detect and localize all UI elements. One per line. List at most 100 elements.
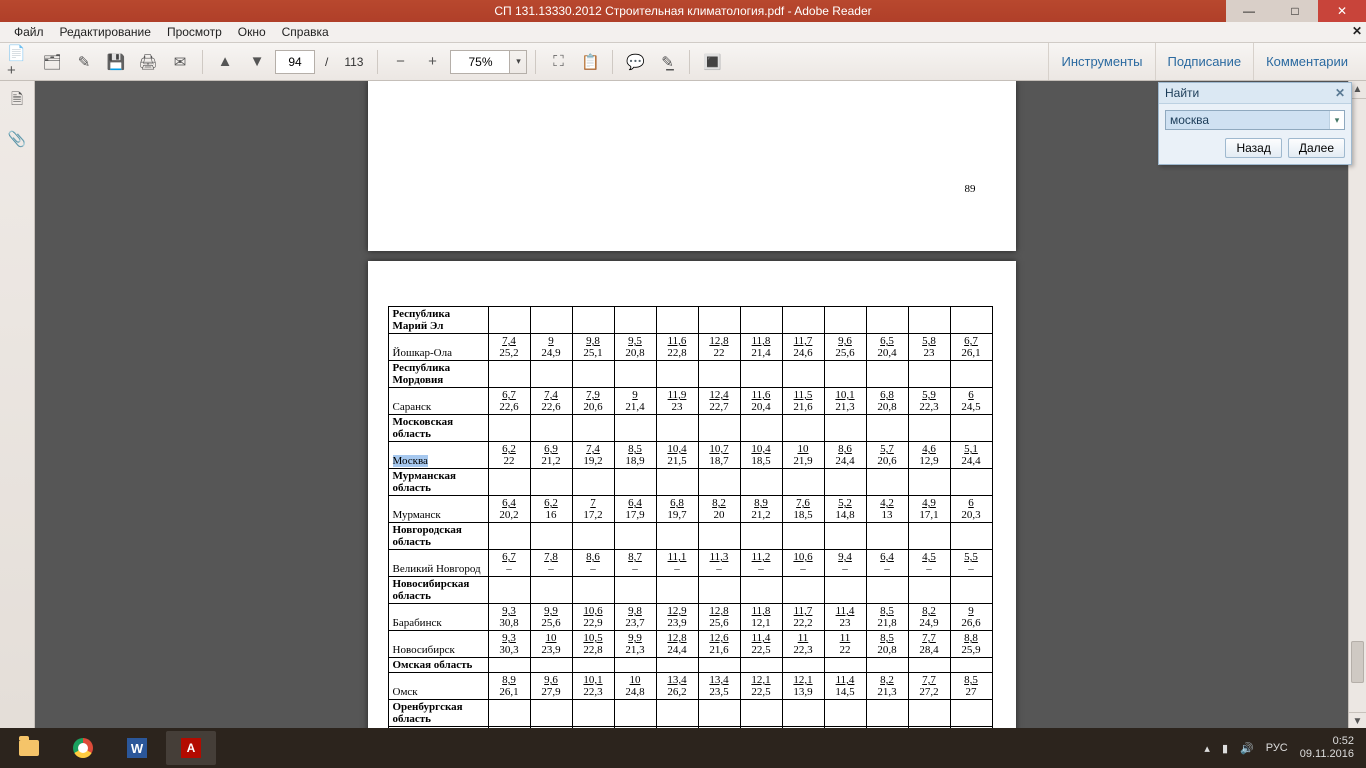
comment-icon[interactable]: 💬 — [621, 48, 649, 76]
vertical-scrollbar[interactable]: ▲ ▼ — [1348, 81, 1366, 730]
taskbar-reader[interactable]: A — [166, 731, 216, 765]
data-cell — [908, 307, 950, 334]
menu-edit[interactable]: Редактирование — [52, 23, 159, 41]
data-cell: 8,624,4 — [824, 442, 866, 469]
data-cell: 8,825,9 — [950, 631, 992, 658]
save-icon[interactable]: 💾 — [102, 48, 130, 76]
data-cell: 9,330,3 — [488, 631, 530, 658]
zoom-input[interactable] — [450, 50, 510, 74]
data-cell: 9,625,6 — [824, 334, 866, 361]
data-cell — [488, 700, 530, 727]
data-cell: 6,722,6 — [488, 388, 530, 415]
data-cell — [572, 415, 614, 442]
comments-panel-link[interactable]: Комментарии — [1253, 43, 1360, 80]
fit-page-icon[interactable]: 📋 — [576, 48, 604, 76]
data-cell — [950, 700, 992, 727]
page-up-icon[interactable]: ▲ — [211, 48, 239, 76]
zoom-dropdown-icon[interactable]: ▾ — [510, 50, 527, 74]
data-cell — [488, 523, 530, 550]
data-cell: 6,417,9 — [614, 496, 656, 523]
thumbnails-icon[interactable]: 🗎 — [5, 89, 29, 113]
find-input[interactable] — [1166, 111, 1329, 129]
tools-panel-link[interactable]: Инструменты — [1048, 43, 1154, 80]
data-cell: 1122,3 — [782, 631, 824, 658]
menu-doc-close-icon[interactable]: ✕ — [1352, 24, 1362, 38]
data-cell: 7,419,2 — [572, 442, 614, 469]
menu-view[interactable]: Просмотр — [159, 23, 230, 41]
data-cell: 12,824,4 — [656, 631, 698, 658]
email-icon[interactable]: ✉ — [166, 48, 194, 76]
read-mode-icon[interactable]: 🔳 — [698, 48, 726, 76]
data-cell — [950, 361, 992, 388]
data-cell — [572, 523, 614, 550]
pdf-page-prev: 89 — [368, 81, 1016, 251]
menu-help[interactable]: Справка — [274, 23, 337, 41]
close-button[interactable]: ✕ — [1318, 0, 1366, 22]
attachments-icon[interactable]: 📎 — [5, 127, 29, 151]
data-cell — [530, 307, 572, 334]
tray-network-icon[interactable]: ▮ — [1222, 742, 1228, 755]
taskbar-chrome[interactable] — [58, 731, 108, 765]
zoom-in-icon[interactable]: + — [418, 48, 446, 76]
data-cell — [824, 577, 866, 604]
data-cell — [740, 361, 782, 388]
create-pdf-icon[interactable]: 📄+ — [6, 48, 34, 76]
table-row: Омск8,926,19,627,910,122,31024,813,426,2… — [388, 673, 992, 700]
menu-file[interactable]: Файл — [6, 23, 52, 41]
data-cell: 12,113,9 — [782, 673, 824, 700]
data-cell — [572, 307, 614, 334]
data-cell — [740, 577, 782, 604]
title-bar: СП 131.13330.2012 Строительная климатоло… — [0, 0, 1366, 22]
edit-icon[interactable]: ✎ — [70, 48, 98, 76]
table-row: Оренбургская область — [388, 700, 992, 727]
toolbar: 📄+ 🗂 ✎ 💾 🖨 ✉ ▲ ▼ / 113 − + ▾ ⛶ 📋 💬 ✎̲ 🔳 … — [0, 43, 1366, 81]
data-cell: 717,2 — [572, 496, 614, 523]
data-cell: 6,726,1 — [950, 334, 992, 361]
data-cell: 9,520,8 — [614, 334, 656, 361]
table-row: Республика Марий Эл — [388, 307, 992, 334]
data-cell — [614, 415, 656, 442]
data-cell: 9,825,1 — [572, 334, 614, 361]
find-next-button[interactable]: Далее — [1288, 138, 1345, 158]
data-cell: 10,418,5 — [740, 442, 782, 469]
data-cell: 9,925,6 — [530, 604, 572, 631]
tray-clock[interactable]: 0:52 09.11.2016 — [1300, 735, 1354, 761]
data-cell — [530, 469, 572, 496]
data-cell: 8,921,2 — [740, 496, 782, 523]
data-cell: 12,422,7 — [698, 388, 740, 415]
data-cell: 10,522,8 — [572, 631, 614, 658]
minimize-button[interactable]: — — [1226, 0, 1272, 22]
fit-width-icon[interactable]: ⛶ — [544, 48, 572, 76]
find-options-dropdown-icon[interactable]: ▾ — [1329, 111, 1344, 129]
taskbar-explorer[interactable] — [4, 731, 54, 765]
find-close-icon[interactable]: ✕ — [1335, 86, 1345, 100]
zoom-out-icon[interactable]: − — [386, 48, 414, 76]
page-number-input[interactable] — [275, 50, 315, 74]
data-cell — [908, 523, 950, 550]
taskbar-word[interactable]: W — [112, 731, 162, 765]
data-cell — [698, 361, 740, 388]
menu-window[interactable]: Окно — [230, 23, 274, 41]
maximize-button[interactable]: □ — [1272, 0, 1318, 22]
data-cell: 9,330,8 — [488, 604, 530, 631]
page-down-icon[interactable]: ▼ — [243, 48, 271, 76]
data-cell: 624,5 — [950, 388, 992, 415]
data-cell: 10,421,5 — [656, 442, 698, 469]
open-icon[interactable]: 🗂 — [38, 48, 66, 76]
data-cell — [656, 415, 698, 442]
find-prev-button[interactable]: Назад — [1225, 138, 1281, 158]
tray-overflow-icon[interactable]: ▴ — [1204, 742, 1210, 755]
print-icon[interactable]: 🖨 — [134, 48, 162, 76]
table-row: Великий Новгород6,7–7,8–8,6–8,7–11,1–11,… — [388, 550, 992, 577]
tray-volume-icon[interactable]: 🔊 — [1240, 742, 1254, 755]
scroll-thumb[interactable] — [1351, 641, 1364, 683]
highlight-icon[interactable]: ✎̲ — [653, 48, 681, 76]
data-cell: 7,728,4 — [908, 631, 950, 658]
data-cell: 11,423 — [824, 604, 866, 631]
data-cell — [530, 415, 572, 442]
sign-panel-link[interactable]: Подписание — [1155, 43, 1254, 80]
data-cell — [740, 469, 782, 496]
tray-language[interactable]: РУС — [1266, 742, 1288, 754]
document-view[interactable]: 89 Республика Марий ЭлЙошкар-Ола7,425,29… — [35, 81, 1348, 730]
search-highlight: Москва — [393, 455, 428, 467]
